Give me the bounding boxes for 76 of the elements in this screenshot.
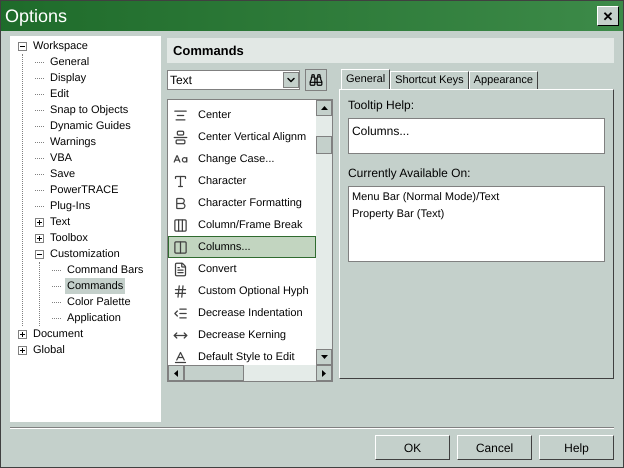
tab[interactable]: General — [341, 69, 390, 89]
command-item[interactable]: Column/Frame Break — [168, 214, 316, 236]
field-label: Tooltip Help: — [348, 97, 416, 114]
find-button[interactable] — [305, 69, 327, 91]
list-entry[interactable]: Property Bar (Text) — [352, 206, 601, 222]
collapse-toggle[interactable] — [18, 42, 27, 50]
scroll-thumb[interactable] — [316, 136, 332, 154]
tooltip-field[interactable]: Columns... — [348, 118, 605, 154]
command-item[interactable]: Change Case... — [168, 148, 316, 170]
tree-item[interactable]: Global — [31, 342, 67, 358]
tree-item[interactable]: Customization — [48, 246, 122, 262]
expand-toggle[interactable] — [18, 330, 27, 338]
down-triangle-icon — [320, 355, 328, 359]
window-title: Options — [5, 4, 68, 28]
tree-item[interactable]: PowerTRACE — [48, 182, 120, 198]
align-center-icon — [173, 108, 188, 122]
command-item[interactable]: Center — [168, 104, 316, 126]
tree-item[interactable]: Command Bars — [65, 262, 146, 278]
scroll-right-button[interactable] — [316, 365, 332, 381]
horizontal-scrollbar[interactable] — [168, 365, 332, 381]
indent-decrease-icon — [173, 306, 188, 320]
columns-icon — [173, 240, 188, 254]
tree-item[interactable]: Edit — [48, 86, 71, 102]
tree-item[interactable]: General — [48, 54, 92, 70]
dialog-button[interactable]: OK — [375, 435, 450, 460]
expand-toggle[interactable] — [35, 218, 44, 226]
left-triangle-icon — [174, 370, 178, 376]
document-icon — [173, 262, 188, 276]
command-item[interactable]: Convert — [168, 258, 316, 280]
command-item[interactable]: Character — [168, 170, 316, 192]
bold-letter-icon — [173, 196, 188, 210]
tree-item[interactable]: VBA — [48, 150, 74, 166]
command-item[interactable]: Columns... — [168, 236, 316, 258]
vertical-align-icon — [173, 130, 188, 144]
command-item[interactable]: Decrease Indentation — [168, 302, 316, 324]
tree-item[interactable]: Application — [65, 310, 123, 326]
tree-item[interactable]: Document — [31, 326, 86, 342]
tree-item[interactable]: Toolbox — [48, 230, 90, 246]
tree-item[interactable]: Snap to Objects — [48, 102, 130, 118]
letter-icon — [173, 174, 188, 188]
tree-item[interactable]: Warnings — [48, 134, 98, 150]
command-item[interactable]: Decrease Kerning — [168, 324, 316, 346]
collapse-toggle[interactable] — [35, 250, 44, 258]
tab[interactable]: Shortcut Keys — [390, 71, 469, 89]
vertical-scrollbar[interactable] — [316, 100, 332, 365]
panel-title: Commands — [173, 42, 244, 60]
tree-item[interactable]: Plug-Ins — [48, 198, 92, 214]
tree-item[interactable]: Dynamic Guides — [48, 118, 133, 134]
command-item[interactable]: Center Vertical Alignm — [168, 126, 316, 148]
tree-item[interactable]: Workspace — [31, 38, 90, 54]
binoculars-icon — [309, 73, 323, 87]
columns-break-icon — [173, 218, 188, 232]
command-item[interactable]: Custom Optional Hyph — [168, 280, 316, 302]
tree-item[interactable]: Commands — [65, 278, 126, 294]
close-button[interactable]: ✕ — [597, 6, 619, 26]
expand-toggle[interactable] — [35, 234, 44, 242]
dialog-button[interactable]: Cancel — [457, 435, 532, 460]
text-style-icon — [173, 350, 188, 364]
expand-toggle[interactable] — [18, 346, 27, 354]
scroll-thumb[interactable] — [184, 365, 244, 381]
category-dropdown[interactable]: Text — [167, 70, 300, 90]
tab[interactable]: Appearance — [468, 71, 538, 89]
up-triangle-icon — [320, 106, 328, 110]
scroll-up-button[interactable] — [316, 100, 332, 116]
command-item[interactable]: Character Formatting — [168, 192, 316, 214]
tree-item[interactable]: Display — [48, 70, 88, 86]
command-item[interactable]: Default Style to Edit — [168, 346, 316, 365]
scroll-left-button[interactable] — [168, 365, 184, 381]
list-entry[interactable]: Menu Bar (Normal Mode)/Text — [352, 189, 601, 206]
field-label: Currently Available On: — [348, 165, 472, 182]
right-triangle-icon — [322, 370, 326, 376]
dialog-button[interactable]: Help — [539, 435, 614, 460]
tree-item[interactable]: Color Palette — [65, 294, 133, 310]
tree-item[interactable]: Text — [48, 214, 72, 230]
scroll-down-button[interactable] — [316, 349, 332, 365]
tree-item[interactable]: Save — [48, 166, 78, 182]
